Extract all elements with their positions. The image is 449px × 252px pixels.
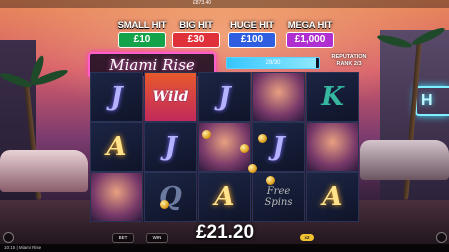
gold-coin-icon [240, 144, 249, 153]
settings-icon[interactable] [436, 232, 447, 243]
progress-text: 29/30 [265, 60, 281, 66]
jackpot-mega-hit: MEGA HIT £1,000 [280, 20, 340, 48]
reel-cell-wild: Wild [144, 72, 197, 122]
balance-text: £873.40 [193, 0, 212, 6]
jackpot-big-hit: BIG HIT £30 [166, 20, 226, 48]
reel-cell-king: K [306, 72, 359, 122]
jackpot-label: SMALL HIT [117, 20, 167, 31]
symbol-a: A [214, 182, 235, 212]
win-label: WIN [152, 235, 162, 240]
gold-coin-icon [248, 164, 257, 173]
jackpot-value: £100 [228, 32, 276, 48]
jackpot-label: BIG HIT [179, 20, 213, 31]
reputation-rank-value: RANK 2/3 [336, 61, 362, 67]
menu-icon[interactable] [3, 232, 14, 243]
free-spins-line1: Free [266, 186, 291, 197]
gold-coin-icon [258, 134, 267, 143]
reel-cell-portrait [306, 122, 359, 172]
win-display: WIN [146, 233, 168, 243]
reel-cell-portrait [90, 172, 143, 222]
symbol-k: K [321, 82, 344, 112]
reel-cell-jack: J [144, 122, 197, 172]
jackpot-value: £10 [118, 32, 166, 48]
reputation-progress-bar: 29/30 [226, 57, 320, 69]
footer-info: 10:15 | Miami Rise [4, 245, 42, 250]
gold-coin-icon [202, 130, 211, 139]
symbol-wild: Wild [152, 89, 189, 105]
jackpot-value: £30 [172, 32, 220, 48]
neon-hotel-sign: H [415, 86, 449, 116]
jackpot-huge-hit: HUGE HIT £100 [222, 20, 282, 48]
symbol-j: J [110, 82, 123, 112]
symbol-a: A [322, 182, 343, 212]
gold-coin-icon [160, 200, 169, 209]
win-amount: £21.20 [195, 222, 255, 243]
symbol-j: J [164, 132, 177, 162]
bottom-info-bar: 10:15 | Miami Rise [0, 244, 449, 252]
reel-cell-ace: A [90, 122, 143, 172]
jackpot-small-hit: SMALL HIT £10 [112, 20, 172, 48]
reel-cell-ace: A [306, 172, 359, 222]
car-left [0, 150, 88, 192]
symbol-j: J [218, 82, 231, 112]
bet-label: BET [118, 235, 128, 240]
reel-cell-jack: J [198, 72, 251, 122]
symbol-j: J [272, 132, 285, 162]
reel-cell-jack: J [252, 122, 305, 172]
free-spins-line2: Spins [264, 197, 293, 208]
reel-cell-portrait [252, 72, 305, 122]
reputation-label: REPUTATION [331, 54, 367, 60]
reel-cell-free-spins: Free Spins [252, 172, 305, 222]
car-right [360, 140, 449, 180]
bet-display[interactable]: BET [112, 233, 134, 243]
reel-cell-ace: A [198, 172, 251, 222]
reel-cell-jack: J [90, 72, 143, 122]
symbol-free-spins: Free Spins [264, 186, 292, 208]
jackpot-label: HUGE HIT [230, 20, 274, 31]
speed-label: x2 [304, 235, 310, 240]
reel-grid: J Wild J K A J J Q A Free Spins A [90, 72, 359, 222]
symbol-a: A [106, 132, 127, 162]
turbo-speed-button[interactable]: x2 [300, 234, 314, 241]
jackpot-label: MEGA HIT [287, 20, 333, 31]
reel-cell-queen: Q [144, 172, 197, 222]
gold-coin-icon [266, 176, 275, 185]
top-status-bar: £873.40 [0, 0, 449, 8]
jackpot-value: £1,000 [286, 32, 334, 48]
reputation-rank: REPUTATION RANK 2/3 [324, 54, 374, 68]
